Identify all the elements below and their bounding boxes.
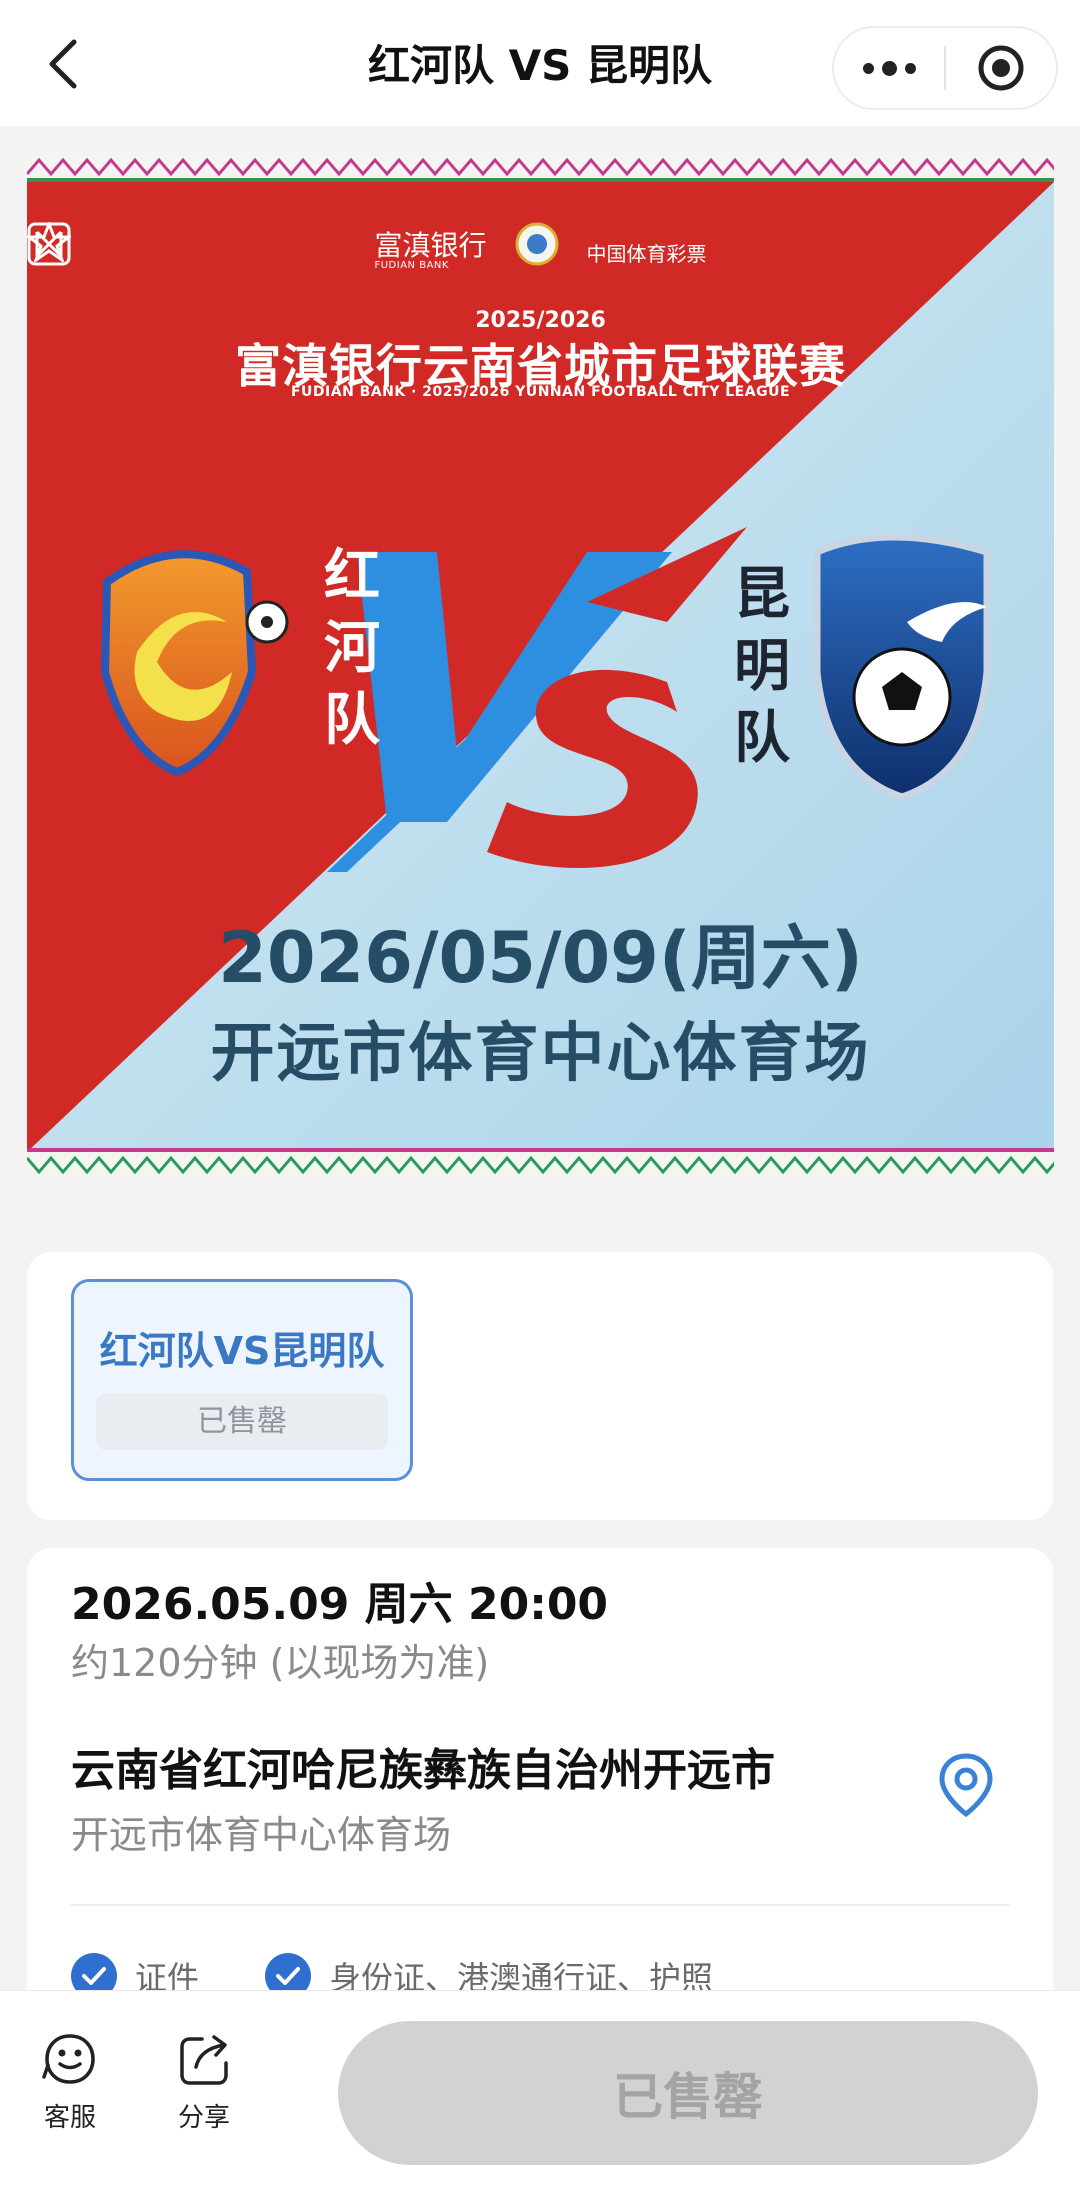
page-title: 红河队 VS 昆明队: [368, 41, 712, 90]
smiley-chat-icon: [42, 2034, 95, 2084]
close-miniprogram-button[interactable]: [946, 28, 1056, 108]
customer-service-label: 客服: [43, 2103, 96, 2133]
buy-ticket-button[interactable]: 已售罄: [338, 2021, 1038, 2165]
home-team-name: 红河队: [324, 543, 380, 753]
back-button[interactable]: [36, 36, 92, 92]
sponsor-row: 富滇银行 FUDIAN BANK 中国体育彩票: [27, 222, 1054, 282]
mini-program-capsule: [832, 26, 1058, 110]
poster-venue: 开远市体育中心体育场: [210, 1017, 871, 1091]
customer-service-button[interactable]: 客服: [20, 2031, 120, 2161]
more-dots-icon: [862, 60, 916, 76]
event-info-card: 2026.05.09 周六 20:00 约120分钟 (以现场为准) 云南省红河…: [27, 1548, 1053, 2008]
sponsor-lottery: 中国体育彩票: [586, 241, 707, 266]
bottom-action-bar: 客服 分享 已售罄: [0, 1990, 1080, 2205]
event-venue: 开远市体育中心体育场: [71, 1813, 452, 1857]
event-duration: 约120分钟 (以现场为准): [71, 1641, 490, 1685]
event-address: 云南省红河哈尼族彝族自治州开远市: [71, 1745, 775, 1796]
match-poster: 富滇银行 FUDIAN BANK 中国体育彩票 2025/2026 富滇银行云南…: [27, 152, 1054, 1180]
away-team-name: 昆明队: [734, 561, 790, 771]
top-nav-bar: 红河队 VS 昆明队: [0, 0, 1080, 126]
more-button[interactable]: [834, 28, 944, 108]
event-datetime: 2026.05.09 周六 20:00: [71, 1579, 609, 1630]
lottery-logo: 中国体育彩票: [27, 222, 707, 267]
share-icon: [180, 2035, 228, 2085]
share-label: 分享: [177, 2103, 230, 2133]
share-button[interactable]: 分享: [154, 2031, 254, 2161]
league-name-en: FUDIAN BANK · 2025/2026 YUNNAN FOOTBALL …: [290, 384, 791, 400]
fudian-bank-logo: 富滇银行 FUDIAN BANK: [27, 222, 487, 272]
session-name: 红河队VS昆明队: [99, 1329, 385, 1373]
poster-area: 富滇银行 FUDIAN BANK 中国体育彩票 2025/2026 富滇银行云南…: [0, 126, 1080, 1206]
lottery-star-icon: [27, 222, 71, 262]
poster-match-date: 2026/05/09(周六): [218, 917, 863, 999]
session-option[interactable]: 红河队VS昆明队 已售罄: [71, 1279, 413, 1481]
info-divider: [71, 1904, 1009, 1906]
sponsor-bank-name: 富滇银行: [374, 229, 487, 262]
session-card: 红河队VS昆明队 已售罄: [27, 1252, 1053, 1520]
chevron-left-icon: [49, 39, 77, 89]
location-pin-icon[interactable]: [937, 1752, 995, 1818]
target-icon: [978, 45, 1024, 91]
session-status-badge: 已售罄: [96, 1394, 388, 1450]
